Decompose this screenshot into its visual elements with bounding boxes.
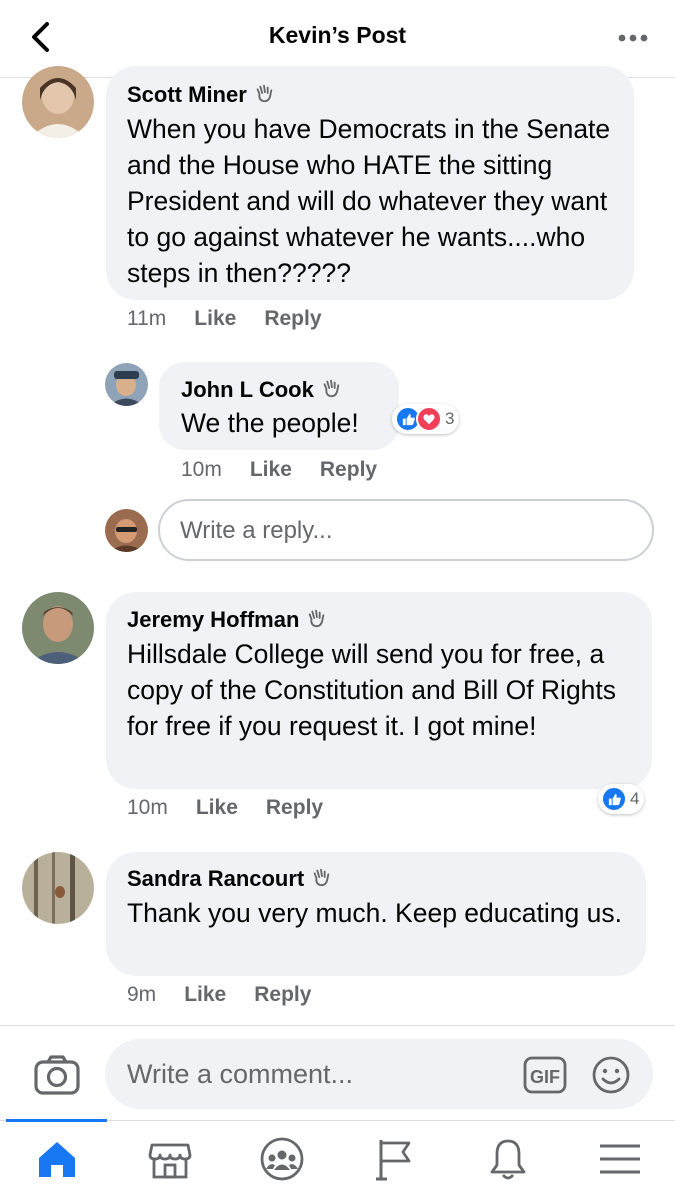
wave-hand-icon [313, 868, 330, 887]
like-reaction-icon [601, 786, 627, 812]
comment-text: Hillsdale College will send you for free… [127, 639, 617, 741]
comment-author[interactable]: Scott Miner [127, 82, 275, 108]
home-icon [39, 1142, 75, 1177]
like-button[interactable]: Like [250, 458, 292, 481]
comment-meta: 10m Like Reply [181, 458, 377, 482]
comment-text: Thank you very much. Keep educating us. [127, 898, 622, 928]
menu-icon [600, 1144, 640, 1174]
tab-groups[interactable] [258, 1135, 306, 1183]
wave-hand-icon [256, 84, 273, 103]
pages-flag-icon [376, 1140, 411, 1181]
comment-time: 11m [127, 307, 167, 330]
comment-input[interactable]: Write a comment... GIF [105, 1039, 653, 1109]
avatar[interactable] [22, 66, 94, 138]
comment-time: 10m [127, 796, 168, 819]
emoji-smile-icon[interactable] [591, 1055, 631, 1095]
avatar[interactable] [22, 852, 94, 924]
bottom-tab-bar [0, 1119, 675, 1200]
reply-input[interactable]: Write a reply... [158, 499, 654, 561]
active-tab-indicator [6, 1119, 107, 1122]
comment-time: 9m [127, 983, 157, 1006]
gif-label: GIF [530, 1067, 560, 1087]
comment-placeholder: Write a comment... [127, 1059, 354, 1089]
tab-notifications[interactable] [484, 1135, 532, 1183]
comment-meta: 10m Like Reply [127, 796, 323, 820]
marketplace-icon [148, 1143, 192, 1179]
tab-pages[interactable] [371, 1135, 419, 1183]
comment-author[interactable]: Jeremy Hoffman [127, 607, 327, 633]
tab-menu[interactable] [596, 1135, 644, 1183]
reply-button[interactable]: Reply [254, 983, 311, 1006]
reply-button[interactable]: Reply [320, 458, 377, 481]
groups-icon [260, 1137, 304, 1181]
comment-meta: 9m Like Reply [127, 983, 311, 1007]
avatar[interactable] [22, 592, 94, 664]
comment-composer: Write a comment... GIF [0, 1025, 675, 1120]
reply-button[interactable]: Reply [264, 307, 321, 330]
comment-text: When you have Democrats in the Senate an… [127, 114, 611, 288]
reply-placeholder: Write a reply... [180, 517, 333, 544]
like-button[interactable]: Like [184, 983, 226, 1006]
love-reaction-icon [416, 406, 442, 432]
current-user-avatar [105, 509, 148, 552]
more-options-icon[interactable] [617, 32, 649, 44]
comment-meta: 11m Like Reply [127, 307, 322, 331]
comment-text: We the people! [181, 408, 359, 438]
tab-home[interactable] [33, 1135, 81, 1183]
gif-icon[interactable]: GIF [523, 1056, 567, 1094]
reactions-summary[interactable]: 4 [598, 784, 645, 814]
comment-author[interactable]: Sandra Rancourt [127, 866, 332, 892]
like-button[interactable]: Like [194, 307, 236, 330]
page-title: Kevin’s Post [268, 22, 407, 48]
like-button[interactable]: Like [196, 796, 238, 819]
reaction-count: 4 [630, 789, 640, 808]
reactions-summary[interactable]: 3 [392, 404, 460, 434]
wave-hand-icon [323, 379, 340, 398]
notifications-bell-icon [490, 1139, 526, 1180]
camera-icon[interactable] [33, 1053, 81, 1097]
comment-time: 10m [181, 458, 222, 481]
reply-button[interactable]: Reply [266, 796, 323, 819]
tab-marketplace[interactable] [146, 1135, 194, 1183]
wave-hand-icon [309, 609, 325, 628]
avatar[interactable] [105, 363, 148, 406]
reaction-count: 3 [445, 409, 455, 428]
comment-author[interactable]: John L Cook [181, 377, 342, 403]
